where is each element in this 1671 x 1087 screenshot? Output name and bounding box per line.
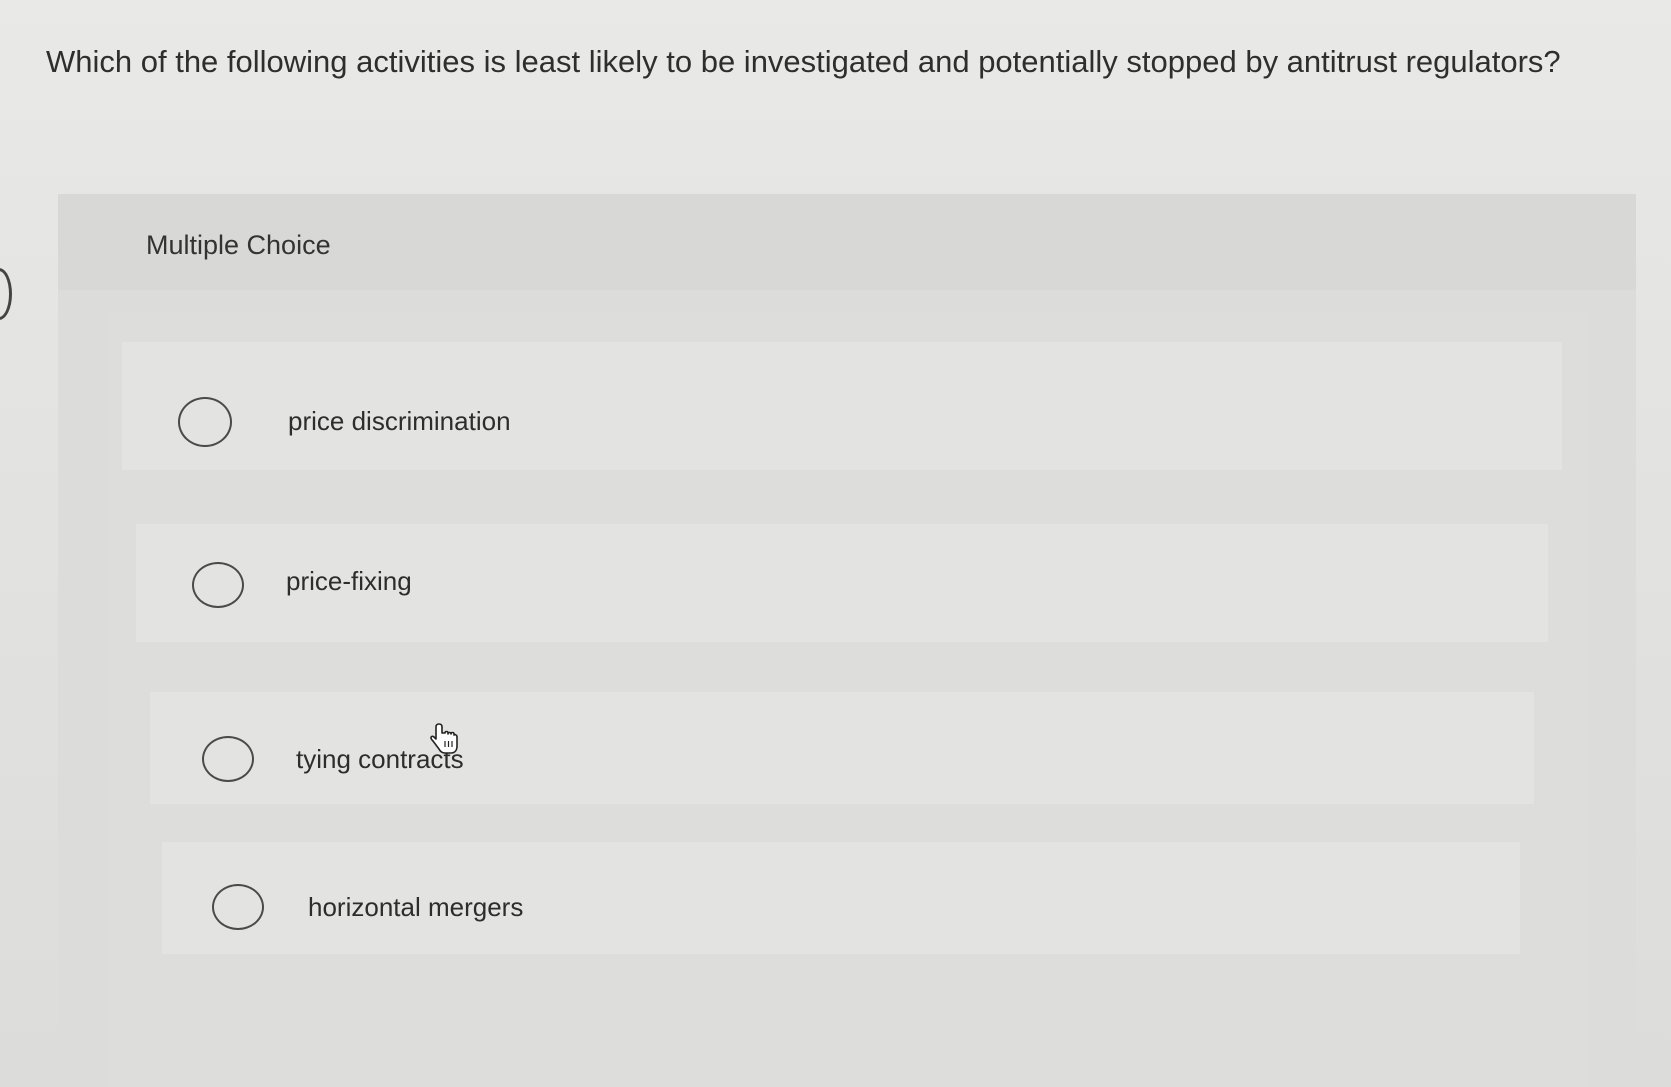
choice-option-price-fixing[interactable]: price-fixing <box>136 524 1548 642</box>
radio-button[interactable] <box>202 736 254 782</box>
question-text: Which of the following activities is lea… <box>46 44 1561 79</box>
choice-option-horizontal-mergers[interactable]: horizontal mergers <box>162 842 1520 954</box>
hand-pointer-icon <box>430 723 458 754</box>
choice-label: horizontal mergers <box>308 892 524 922</box>
radio-button[interactable] <box>178 397 232 447</box>
quiz-page: Which of the following activities is lea… <box>0 0 1671 1087</box>
choice-option-tying-contracts[interactable]: tying contracts <box>150 692 1534 804</box>
multiple-choice-card: Multiple Choice price discrimination pri… <box>58 194 1636 1087</box>
choice-label: price discrimination <box>288 406 511 436</box>
radio-button[interactable] <box>192 562 244 608</box>
choices-panel: price discrimination price-fixing tying … <box>108 312 1588 1087</box>
choice-label: price-fixing <box>286 566 412 596</box>
multiple-choice-header: Multiple Choice <box>58 194 1636 290</box>
radio-button[interactable] <box>212 884 264 930</box>
edge-artifact <box>0 268 12 320</box>
choice-option-price-discrimination[interactable]: price discrimination <box>122 342 1562 470</box>
multiple-choice-label: Multiple Choice <box>146 230 331 260</box>
